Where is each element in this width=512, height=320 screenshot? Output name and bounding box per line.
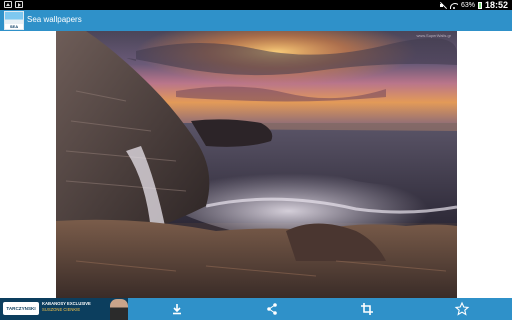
battery-icon [477,1,482,9]
notification-icons [4,1,23,8]
ad-banner[interactable]: TARCZYNSKI KABANOSY EXCLUSIVE SUSZONE CI… [0,298,128,320]
mute-icon [439,2,447,9]
ad-headline: KABANOSY EXCLUSIVE [42,301,91,306]
share-button[interactable] [264,301,280,317]
favorite-button[interactable] [454,301,470,317]
download-button[interactable] [169,301,185,317]
wallpaper-image[interactable]: www.SuperWalls.gr [56,31,457,298]
ad-person-image [110,299,128,320]
battery-percent: 63% [460,1,475,9]
crop-icon [361,303,373,315]
photo-icon [4,1,12,8]
clock: 18:52 [484,0,508,10]
download-icon [173,304,181,315]
share-icon [267,303,277,315]
watermark: www.SuperWalls.gr [416,33,451,38]
star-icon [454,301,470,316]
ad-subtext: SUSZONE CIENKIE [42,307,81,312]
ad-logo: TARCZYNSKI [3,302,39,315]
app-bar: SEA Sea wallpapers [0,10,512,31]
status-bar: 63% 18:52 [0,0,512,10]
app-icon-label: SEA [5,24,23,29]
video-icon [15,1,23,8]
seascape-illustration [56,31,457,298]
wifi-icon [449,2,458,9]
app-title: Sea wallpapers [27,15,82,24]
app-icon[interactable]: SEA [4,11,24,30]
system-status: 63% 18:52 [439,0,508,10]
bottom-toolbar: TARCZYNSKI KABANOSY EXCLUSIVE SUSZONE CI… [0,298,512,320]
crop-button[interactable] [359,301,375,317]
